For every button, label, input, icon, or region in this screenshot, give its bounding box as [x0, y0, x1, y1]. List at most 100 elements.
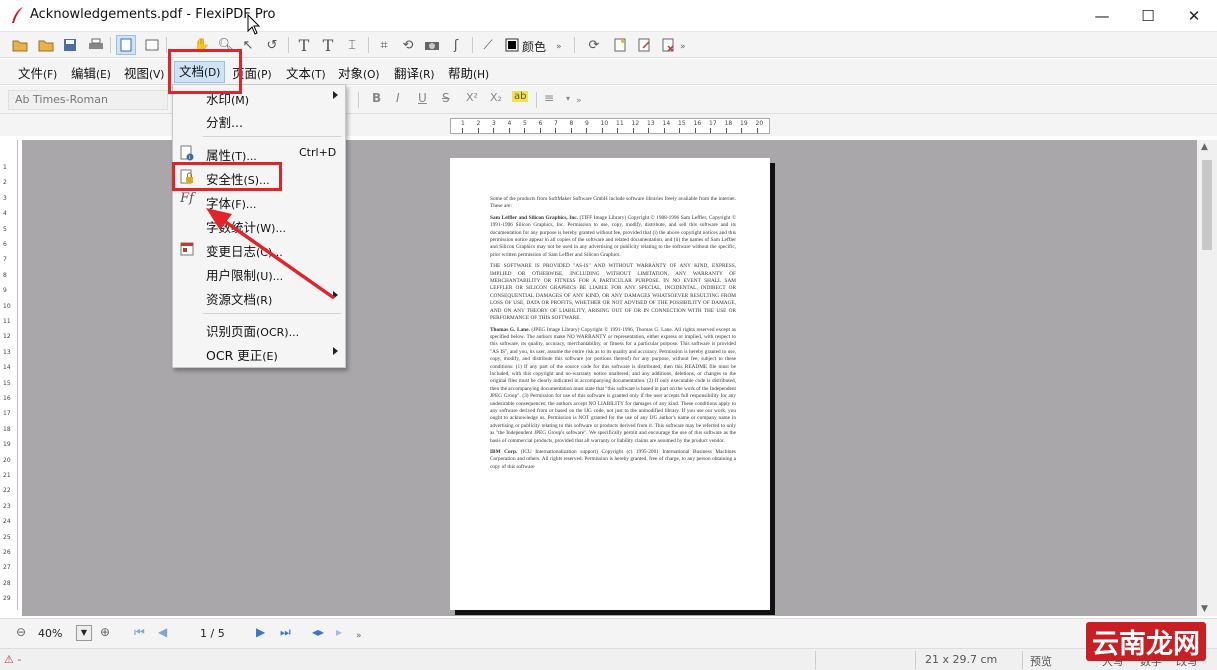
zoom-out-icon[interactable]: ⊖ — [16, 625, 26, 639]
ruler-tick — [555, 128, 556, 133]
first-page-icon[interactable]: ⏮ — [134, 625, 145, 640]
ruler-tick — [539, 128, 541, 133]
crop-icon[interactable]: ⌗ — [374, 35, 394, 55]
menu-item-change-log[interactable]: 变更日志(C)... — [173, 238, 345, 260]
open-folder-icon[interactable] — [10, 35, 30, 55]
toolbar-separator — [166, 37, 167, 53]
image-edit-icon[interactable]: ⟲ — [398, 35, 418, 55]
pdf-page[interactable]: Some of the products from SoftMaker Soft… — [450, 158, 770, 610]
save-icon[interactable] — [60, 35, 80, 55]
menu-file[interactable]: 文件(F) — [18, 63, 57, 81]
maximize-button[interactable]: ☐ — [1125, 0, 1171, 32]
flexipdf-logo-icon — [12, 7, 23, 23]
rotate-icon[interactable]: ↺ — [262, 35, 282, 55]
menu-item-word-count[interactable]: 字数统计(W)... — [173, 214, 345, 236]
toolbar-more[interactable]: » — [556, 42, 562, 52]
italic-button[interactable]: I — [396, 91, 400, 105]
zoom-value[interactable]: 40% — [38, 627, 62, 640]
bold-button[interactable]: B — [372, 91, 381, 105]
edit-page-icon[interactable] — [634, 35, 654, 55]
pdf-paragraph: IBM Corp. (ICU Internationalization supp… — [490, 449, 736, 470]
ruler-number: 22 — [3, 487, 11, 495]
format-more[interactable]: » — [576, 96, 582, 106]
path-icon[interactable]: ʃ — [446, 35, 466, 55]
text-tool-icon[interactable]: T — [294, 35, 314, 55]
ruler-number: 10 — [3, 302, 11, 310]
menu-item-fonts[interactable]: Ff 字体(F)... — [173, 190, 345, 212]
print-icon[interactable] — [86, 35, 106, 55]
minimize-button[interactable]: — — [1079, 0, 1125, 32]
menu-object[interactable]: 对象(O) — [338, 63, 379, 81]
nav-more[interactable]: » — [356, 631, 362, 641]
ruler-tick — [570, 128, 572, 133]
highlight-button[interactable]: ab — [512, 91, 529, 102]
menu-view[interactable]: 视图(V) — [124, 63, 164, 81]
ruler-tick — [493, 128, 494, 133]
eyedropper-icon[interactable]: ⟋ — [478, 35, 498, 55]
scroll-down-icon[interactable]: ▼ — [1201, 604, 1208, 614]
add-text-icon[interactable]: T — [318, 35, 338, 55]
mode-indicator: 预览 — [1030, 655, 1052, 668]
page-view-icon[interactable] — [116, 35, 136, 55]
zoom-in-icon[interactable]: ⊕ — [100, 625, 110, 639]
ruler-number: 11 — [3, 318, 11, 325]
pdf-paragraph: Thomas G. Lane. (JPEG Image Library) Cop… — [490, 326, 736, 444]
underline-button[interactable]: U — [418, 91, 427, 105]
ruler-number: 5 — [3, 225, 7, 233]
ruler-number: 9 — [3, 287, 7, 295]
open-icon[interactable] — [36, 35, 56, 55]
zoom-dropdown-icon[interactable]: ▼ — [76, 625, 92, 641]
menu-help[interactable]: 帮助(H) — [448, 63, 489, 81]
color-label[interactable]: 颜色 — [522, 38, 546, 55]
menu-item-ocr-correct[interactable]: OCR 更正(E) — [173, 342, 345, 364]
page-indicator[interactable]: 1 / 5 — [200, 627, 225, 640]
ruler-number: 15 — [3, 379, 11, 387]
toolbar-more-2[interactable]: » — [680, 42, 686, 52]
scrollbar-thumb[interactable] — [1202, 160, 1212, 250]
delete-page-icon[interactable] — [658, 35, 678, 55]
ruler-number: 29 — [3, 595, 11, 603]
toolbar-separator — [368, 37, 369, 53]
text-frame-icon[interactable]: ⌶ — [342, 35, 362, 55]
ruler-tick — [524, 128, 525, 133]
fonts-icon: Ff — [180, 191, 194, 206]
camera-icon[interactable] — [422, 35, 442, 55]
align-dropdown-icon[interactable]: ▾ — [566, 94, 570, 103]
ruler-number: 2 — [476, 120, 481, 127]
back-icon[interactable]: ◂▸ — [312, 625, 324, 639]
last-page-icon[interactable]: ⏭ — [280, 625, 291, 640]
next-page-icon[interactable]: ▶ — [256, 625, 265, 639]
new-page-icon[interactable] — [610, 35, 630, 55]
vertical-scrollbar[interactable]: ▲ ▼ — [1197, 140, 1217, 616]
ruler-number: 8 — [569, 120, 574, 127]
menu-text[interactable]: 文本(T) — [286, 63, 326, 81]
font-name-field[interactable]: Ab Times-Roman — [8, 90, 168, 110]
menu-translate[interactable]: 翻译(R) — [394, 63, 435, 81]
horizontal-ruler: 1 2 3 4 5 6 7 8 9 10 11 12 13 14 15 16 17 18 19 20 — [450, 118, 770, 134]
page-refresh-icon[interactable]: ⟳ — [584, 35, 604, 55]
superscript-button[interactable]: X² — [466, 91, 478, 104]
watermark-logo: 云南龙网 — [1086, 622, 1206, 661]
menu-item-split[interactable]: 分割... — [173, 109, 345, 131]
align-icon[interactable]: ≡ — [544, 91, 554, 105]
menu-item-ocr-page[interactable]: 识别页面(OCR)... — [173, 318, 345, 340]
menu-item-properties[interactable]: i 属性(T)... Ctrl+D — [173, 142, 345, 164]
page-size: 21 x 29.7 cm — [925, 653, 998, 666]
menu-item-user-restrictions[interactable]: 用户限制(U)... — [173, 262, 345, 284]
ruler-number: 7 — [554, 120, 558, 127]
ruler-tick — [648, 128, 649, 133]
subscript-button[interactable]: X₂ — [490, 91, 502, 104]
ruler-number: 19 — [3, 441, 11, 449]
ruler-tick — [508, 128, 510, 133]
continuous-view-icon[interactable] — [142, 35, 162, 55]
forward-icon[interactable]: ▸ — [336, 625, 342, 639]
menu-item-resource-docs[interactable]: 资源文档(R) — [173, 286, 345, 308]
prev-page-icon[interactable]: ◀ — [158, 625, 167, 639]
submenu-arrow-icon — [333, 291, 338, 299]
strikethrough-button[interactable]: S — [442, 91, 450, 105]
scroll-up-icon[interactable]: ▲ — [1201, 142, 1208, 152]
toolbar-separator — [536, 92, 537, 108]
menu-edit[interactable]: 编辑(E) — [71, 63, 111, 81]
color-swatch-icon[interactable] — [502, 35, 522, 55]
close-button[interactable]: ✕ — [1171, 0, 1217, 32]
